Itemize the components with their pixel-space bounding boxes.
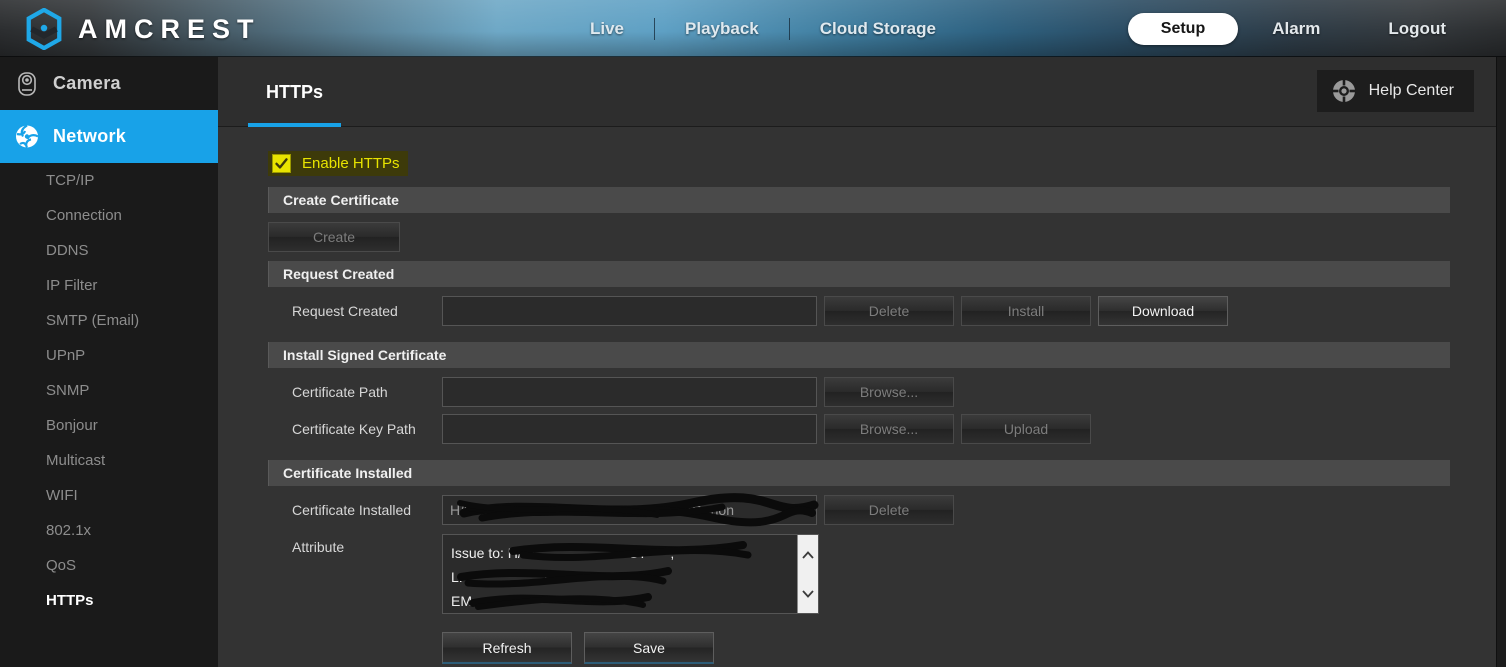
section-header-request-created: Request Created xyxy=(268,261,1450,287)
nav-alarm[interactable]: Alarm xyxy=(1238,19,1354,39)
request-created-row: Request Created Delete Install Download xyxy=(268,296,1450,326)
create-button[interactable]: Create xyxy=(268,222,400,252)
sidebar-item-connection[interactable]: Connection xyxy=(0,198,218,233)
certificate-installed-row: Certificate Installed Delete xyxy=(268,493,1450,527)
certificate-installed-input[interactable] xyxy=(442,495,817,525)
sidebar-item-upnp[interactable]: UPnP xyxy=(0,338,218,373)
certificate-installed-label: Certificate Installed xyxy=(292,502,412,518)
attribute-line-3: EM xyxy=(451,593,574,609)
section-header-create-certificate: Create Certificate xyxy=(268,187,1450,213)
request-delete-button[interactable]: Delete xyxy=(824,296,954,326)
attribute-line-2: L: OU= xyxy=(451,569,574,585)
certificate-path-browse-button[interactable]: Browse... xyxy=(824,377,954,407)
certificate-path-label: Certificate Path xyxy=(292,384,388,400)
camera-dome-icon xyxy=(18,71,36,96)
nav-setup[interactable]: Setup xyxy=(1127,12,1239,45)
top-bar: AMCREST Live Playback Cloud Storage Setu… xyxy=(0,0,1506,57)
enable-https-label: Enable HTTPs xyxy=(302,155,400,172)
sidebar-item-https[interactable]: HTTPs xyxy=(0,583,218,618)
help-center-button[interactable]: Help Center xyxy=(1316,70,1474,112)
request-install-button[interactable]: Install xyxy=(961,296,1091,326)
secondary-nav: Setup Alarm Logout xyxy=(1127,0,1480,57)
nav-cloud-storage[interactable]: Cloud Storage xyxy=(790,19,966,39)
sidebar-item-wifi[interactable]: WIFI xyxy=(0,478,218,513)
save-button[interactable]: Save xyxy=(584,632,714,664)
brand[interactable]: AMCREST xyxy=(24,8,261,50)
sidebar-group-camera[interactable]: Camera xyxy=(0,57,218,110)
certificate-upload-button[interactable]: Upload xyxy=(961,414,1091,444)
refresh-button[interactable]: Refresh xyxy=(442,632,572,664)
certificate-key-path-row: Certificate Key Path Browse... Upload xyxy=(268,414,1450,444)
checkmark-icon xyxy=(275,158,288,169)
sidebar: Camera Network TCP/IP Connection DDNS IP… xyxy=(0,57,218,667)
certificate-path-row: Certificate Path Browse... xyxy=(268,377,1450,407)
chevron-down-icon[interactable] xyxy=(801,588,815,600)
enable-https-checkbox[interactable] xyxy=(272,154,291,173)
request-created-label: Request Created xyxy=(292,303,398,319)
sidebar-item-ddns[interactable]: DDNS xyxy=(0,233,218,268)
content-area: HTTPs Help Center Enable HTTPs Create Ce… xyxy=(218,57,1496,667)
right-edge-strip xyxy=(1496,57,1506,667)
nav-live[interactable]: Live xyxy=(560,19,654,39)
section-header-install-signed-certificate: Install Signed Certificate xyxy=(268,342,1450,368)
sidebar-item-smtp[interactable]: SMTP (Email) xyxy=(0,303,218,338)
request-download-button[interactable]: Download xyxy=(1098,296,1228,326)
attribute-row: Attribute Issue to: H/IP= ST= ; L: OU= E… xyxy=(268,534,1450,614)
attribute-scrollbar[interactable] xyxy=(797,535,818,613)
sidebar-item-multicast[interactable]: Multicast xyxy=(0,443,218,478)
help-center-label: Help Center xyxy=(1368,82,1454,99)
attribute-line-1: Issue to: H/IP= ST= ; xyxy=(451,545,675,561)
certificate-installed-delete-button[interactable]: Delete xyxy=(824,495,954,525)
sidebar-item-bonjour[interactable]: Bonjour xyxy=(0,408,218,443)
certificate-key-path-input[interactable] xyxy=(442,414,817,444)
sidebar-item-8021x[interactable]: 802.1x xyxy=(0,513,218,548)
certificate-key-browse-button[interactable]: Browse... xyxy=(824,414,954,444)
content-header: HTTPs Help Center xyxy=(218,57,1496,127)
sidebar-item-snmp[interactable]: SNMP xyxy=(0,373,218,408)
amcrest-hexagon-logo-icon xyxy=(26,8,62,50)
nav-logout[interactable]: Logout xyxy=(1354,19,1480,39)
sidebar-group-label: Camera xyxy=(53,73,121,93)
tab-https[interactable]: HTTPs xyxy=(248,57,342,127)
nav-playback[interactable]: Playback xyxy=(655,19,789,39)
footer-buttons: Refresh Save xyxy=(442,632,1450,664)
section-header-certificate-installed: Certificate Installed xyxy=(268,460,1450,486)
https-panel: Enable HTTPs Create Certificate Create R… xyxy=(218,127,1496,667)
section-body-request-created: Request Created Delete Install Download xyxy=(268,287,1450,342)
attribute-label: Attribute xyxy=(292,539,345,555)
sidebar-item-tcpip[interactable]: TCP/IP xyxy=(0,163,218,198)
chevron-up-icon[interactable] xyxy=(801,549,815,561)
lifebuoy-help-icon xyxy=(1331,78,1357,104)
sidebar-item-ip-filter[interactable]: IP Filter xyxy=(0,268,218,303)
sidebar-group-network[interactable]: Network xyxy=(0,110,218,163)
certificate-path-input[interactable] xyxy=(442,377,817,407)
network-globe-icon xyxy=(16,124,39,148)
brand-text: AMCREST xyxy=(78,13,261,44)
sidebar-group-label: Network xyxy=(53,126,127,146)
request-created-input[interactable] xyxy=(442,296,817,326)
certificate-key-path-label: Certificate Key Path xyxy=(292,421,416,437)
section-body-create-certificate: Create xyxy=(268,213,1450,261)
section-body-install-signed-certificate: Certificate Path Browse... Certificate K… xyxy=(268,368,1450,460)
sidebar-item-qos[interactable]: QoS xyxy=(0,548,218,583)
section-body-certificate-installed: Certificate Installed Delete Attribute I… xyxy=(268,486,1450,667)
attribute-textarea[interactable]: Issue to: H/IP= ST= ; L: OU= EM xyxy=(442,534,819,614)
enable-https-row[interactable]: Enable HTTPs xyxy=(268,151,408,176)
primary-nav: Live Playback Cloud Storage xyxy=(560,0,966,57)
